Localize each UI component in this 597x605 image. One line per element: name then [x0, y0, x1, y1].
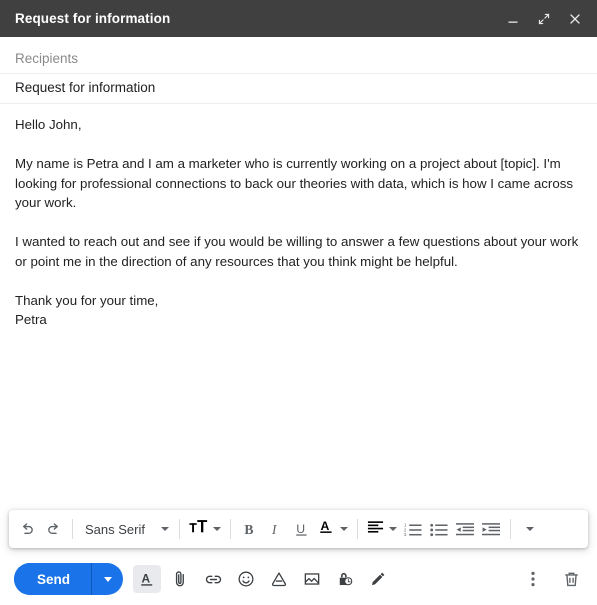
- body-paragraph-2: I wanted to reach out and see if you wou…: [15, 234, 579, 269]
- window-controls: [503, 9, 585, 29]
- send-options-button[interactable]: [92, 563, 123, 595]
- minimize-icon[interactable]: [503, 9, 523, 29]
- insert-photo-icon[interactable]: [298, 565, 326, 593]
- subject-field[interactable]: Request for information: [0, 74, 597, 104]
- chevron-down-icon: [525, 527, 534, 531]
- toolbar-divider: [72, 519, 73, 539]
- body-signature: Petra: [15, 312, 47, 327]
- chevron-down-icon: [212, 527, 221, 531]
- svg-text:A: A: [320, 519, 329, 533]
- attach-file-icon[interactable]: [166, 565, 194, 593]
- text-color-select[interactable]: A: [315, 515, 351, 543]
- svg-text:U: U: [297, 521, 306, 535]
- undo-icon[interactable]: [14, 515, 40, 543]
- font-family-select[interactable]: Sans Serif: [79, 515, 173, 543]
- close-icon[interactable]: [565, 9, 585, 29]
- underline-icon[interactable]: U: [289, 515, 315, 543]
- indent-less-icon[interactable]: [452, 515, 478, 543]
- formatting-toolbar: Sans Serif B I U A 1 2 3: [9, 510, 588, 548]
- insert-drive-icon[interactable]: [265, 565, 293, 593]
- chevron-down-icon: [388, 527, 397, 531]
- compose-right-tools: [521, 565, 583, 593]
- more-options-icon[interactable]: [521, 565, 545, 593]
- send-button-group: Send: [14, 563, 124, 595]
- more-formatting-icon[interactable]: [517, 515, 543, 543]
- subject-value: Request for information: [15, 80, 156, 96]
- recipients-placeholder: Recipients: [15, 50, 79, 66]
- font-size-icon: [189, 518, 208, 540]
- body-paragraph-1: My name is Petra and I am a marketer who…: [15, 156, 574, 210]
- svg-text:I: I: [271, 521, 278, 536]
- compose-tools: A: [133, 565, 392, 593]
- compose-window: Request for information Recipients Reque…: [0, 0, 597, 605]
- toolbar-divider: [509, 519, 511, 539]
- chevron-down-icon: [339, 527, 348, 531]
- message-body[interactable]: Hello John, My name is Petra and I am a …: [0, 104, 597, 505]
- italic-icon[interactable]: I: [263, 515, 289, 543]
- insert-signature-icon[interactable]: [364, 565, 392, 593]
- bold-icon[interactable]: B: [237, 515, 263, 543]
- align-left-icon: [367, 520, 384, 539]
- body-closing-block: Thank you for your time, Petra: [15, 291, 581, 330]
- expand-icon[interactable]: [534, 9, 554, 29]
- align-select[interactable]: [364, 515, 400, 543]
- font-family-value: Sans Serif: [85, 521, 145, 537]
- text-color-icon: A: [318, 518, 335, 540]
- discard-draft-icon[interactable]: [559, 565, 583, 593]
- svg-text:A: A: [141, 571, 150, 585]
- font-size-select[interactable]: [186, 515, 224, 543]
- indent-more-icon[interactable]: [478, 515, 504, 543]
- formatting-options-button[interactable]: A: [133, 565, 162, 593]
- svg-text:B: B: [245, 521, 254, 536]
- recipients-field[interactable]: Recipients: [0, 45, 597, 74]
- insert-emoji-icon[interactable]: [232, 565, 260, 593]
- body-closing: Thank you for your time,: [15, 292, 159, 308]
- chevron-down-icon: [103, 576, 112, 582]
- toolbar-divider: [178, 519, 180, 539]
- body-greeting: Hello John,: [15, 117, 82, 132]
- compose-title-bar: Request for information: [0, 0, 597, 37]
- svg-text:3: 3: [404, 532, 407, 537]
- chevron-down-icon: [160, 527, 169, 531]
- redo-icon[interactable]: [40, 515, 66, 543]
- insert-link-icon[interactable]: [199, 565, 227, 593]
- compose-action-bar: Send A: [0, 553, 597, 605]
- bulleted-list-icon[interactable]: [426, 515, 452, 543]
- toolbar-divider: [229, 519, 231, 539]
- compose-title: Request for information: [15, 11, 171, 26]
- formatting-toolbar-wrap: Sans Serif B I U A 1 2 3: [0, 505, 597, 553]
- numbered-list-icon[interactable]: 1 2 3: [400, 515, 426, 543]
- send-button[interactable]: Send: [14, 563, 92, 595]
- toolbar-divider: [356, 519, 358, 539]
- confidential-mode-icon[interactable]: [331, 565, 359, 593]
